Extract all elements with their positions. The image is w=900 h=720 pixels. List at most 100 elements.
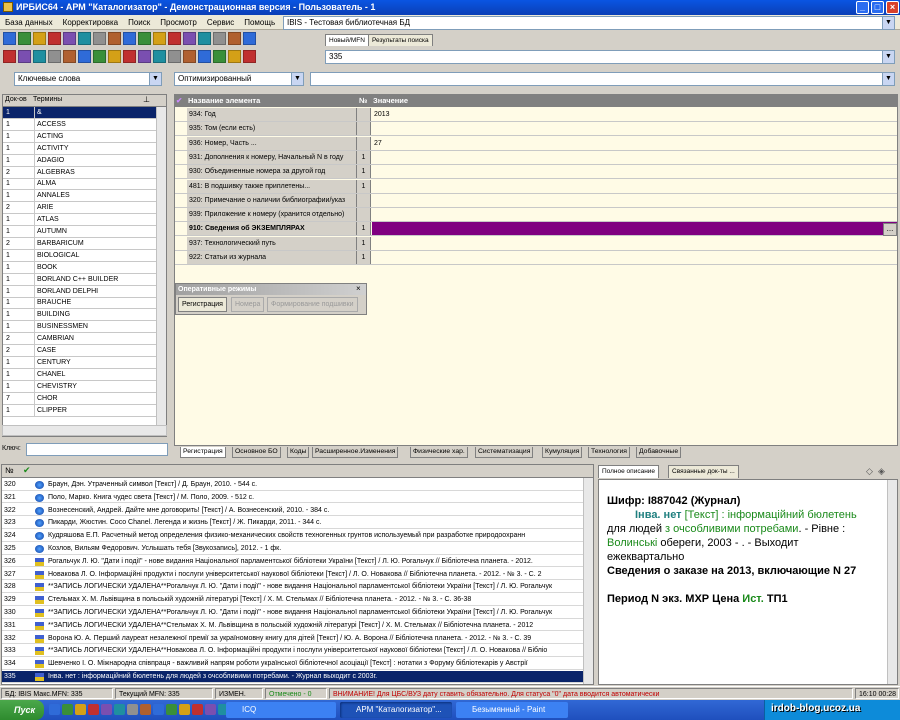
copy-icon[interactable] [243,50,256,63]
quick-launch-icon[interactable] [127,704,138,715]
quick-launch-icon[interactable] [205,704,216,715]
new-record-icon[interactable] [243,32,256,45]
delete-icon[interactable] [153,32,166,45]
field-row[interactable]: 935: Том (если есть) [175,122,897,137]
term-row[interactable]: 1 CENTURY [3,356,156,369]
field-row[interactable]: 936: Номер, Часть ... 27 [175,136,897,151]
record-row[interactable]: 320 Браун, Дэн. Утраченный символ [Текст]… [2,479,584,491]
col-record-no[interactable]: № [5,466,14,475]
export-icon[interactable] [108,32,121,45]
record-row[interactable]: 330 **ЗАПИСЬ ЛОГИЧЕСКИ УДАЛЕНА**Рогальчук… [2,607,584,619]
binding-button[interactable]: Формирование подшивки [267,297,358,312]
col-value[interactable]: Значение [373,95,408,107]
forward-icon[interactable] [78,32,91,45]
book-icon[interactable] [153,50,166,63]
field-value[interactable]: 27 [372,137,897,150]
global-icon[interactable] [123,50,136,63]
forward-icon[interactable] [33,50,46,63]
back-icon[interactable] [18,50,31,63]
field-row[interactable]: 934: Год 2013 [175,108,897,122]
print-icon[interactable]: ◇ [866,466,873,477]
key-input[interactable] [26,443,168,456]
quick-launch-icon[interactable] [49,704,60,715]
chevron-down-icon[interactable]: ▼ [291,73,303,85]
field-row[interactable]: 939: Приложение к номеру (хранится отдел… [175,208,897,223]
start-button[interactable]: Пуск [0,700,44,720]
import-icon[interactable] [48,50,61,63]
numbers-button[interactable]: Номера [231,297,265,312]
task-paint[interactable]: Безымянный - Paint [456,702,568,718]
settings-icon[interactable] [228,32,241,45]
col-number[interactable]: № [359,95,367,107]
back-icon[interactable] [63,32,76,45]
field-value[interactable] [372,165,897,178]
term-row[interactable]: 1 BUILDING [3,309,156,322]
record-row[interactable]: 323 Пикарди, Жюстин. Coco Chanel. Легенда… [2,517,584,530]
term-row[interactable]: 2 ALGEBRAS [3,166,156,179]
record-row[interactable]: 327 Новакова Л. О. Інформаційні продукти … [2,569,584,581]
description-scrollbar[interactable] [887,480,897,684]
chevron-down-icon[interactable]: ▼ [149,73,161,85]
term-row[interactable]: 1 ALMA [3,178,156,191]
undo-icon[interactable] [228,50,241,63]
worksheet-tab[interactable]: Коды [287,447,310,458]
worksheet-tab[interactable]: Технология [588,447,630,458]
menu-item-2[interactable]: Поиск [123,15,155,30]
worksheet-tab[interactable]: Расширенное.Изменения [312,447,399,458]
field-value[interactable] [372,237,897,250]
quick-launch-icon[interactable] [75,704,86,715]
menu-item-0[interactable]: База данных [0,15,58,30]
worksheet-tab[interactable]: Кумуляция [542,447,583,458]
z39-icon[interactable] [213,32,226,45]
sort-icon[interactable] [93,50,106,63]
record-row[interactable]: 322 Вознесенский, Андрей. Дайте мне догов… [2,505,584,517]
term-row[interactable]: 1 CLIPPER [3,404,156,417]
mfn-input[interactable]: 335 ▼ [325,50,895,64]
col-element-name[interactable]: Название элемента [188,95,260,107]
worksheet-tab[interactable]: Регистрация [180,447,226,458]
list-icon[interactable] [78,50,91,63]
dictionary-select[interactable]: Ключевые слова ▼ [14,72,162,86]
term-row[interactable]: 1 BORLAND C++ BUILDER [3,273,156,286]
quick-launch-icon[interactable] [101,704,112,715]
global-icon[interactable] [168,32,181,45]
save-icon[interactable] [18,32,31,45]
records-scrollbar[interactable] [583,478,593,684]
tab-search-results[interactable]: Результаты поиска [368,34,433,46]
field-row[interactable]: 937: Технологический путь 1 [175,236,897,251]
field-value[interactable] [372,208,897,221]
term-row[interactable]: 1 AUTUMN [3,226,156,238]
term-row[interactable]: 1 BIOLOGICAL [3,249,156,262]
term-row[interactable]: 1 ACCESS [3,118,156,131]
worksheet-tab[interactable]: Основное БО [232,447,281,458]
term-row[interactable]: 1 ADAGIO [3,154,156,167]
term-row[interactable]: 1 BOOK [3,261,156,274]
quick-launch-icon[interactable] [114,704,125,715]
menu-item-3[interactable]: Просмотр [155,15,202,30]
col-terms[interactable]: Термины [33,96,62,103]
field-value[interactable] [372,180,897,193]
worksheet-tab[interactable]: Добавочные [636,447,682,458]
record-row[interactable]: 321 Поло, Марко. Книга чудес света [Текст… [2,492,584,504]
menu-item-5[interactable]: Помощь [239,15,280,30]
term-row[interactable]: 1 BORLAND DELPHI [3,285,156,298]
copy-icon[interactable] [3,50,16,63]
chevron-down-icon[interactable]: ▼ [882,17,894,29]
task-icq[interactable]: ICQ [226,702,336,718]
record-row[interactable]: 335 Інва. нет : інформаційний бюлетень дл… [2,671,584,683]
field-row[interactable]: 930: Объединенные номера за другой год 1 [175,165,897,180]
quick-launch-icon[interactable] [62,704,73,715]
settings-icon[interactable] [183,50,196,63]
field-row[interactable]: 910: Сведения об ЭКЗЕМПЛЯРАХ 1 [175,222,897,237]
close-icon[interactable]: × [356,284,361,294]
chevron-down-icon[interactable]: ▼ [882,51,894,63]
term-row[interactable]: 1 CHEVISTRY [3,380,156,393]
delete-icon[interactable] [108,50,121,63]
record-row[interactable]: 325 Козлов, Вильям Федорович. Услышать те… [2,543,584,555]
term-row[interactable]: 2 ARIE [3,202,156,215]
maximize-button[interactable]: □ [871,1,884,14]
term-row[interactable]: 2 CASE [3,345,156,357]
copy-icon[interactable] [48,32,61,45]
database-select[interactable]: IBIS - Тестовая библиотечная БД ▼ [283,16,895,30]
record-row[interactable]: 332 Ворона Ю. А. Перший лауреат незалежно… [2,633,584,645]
